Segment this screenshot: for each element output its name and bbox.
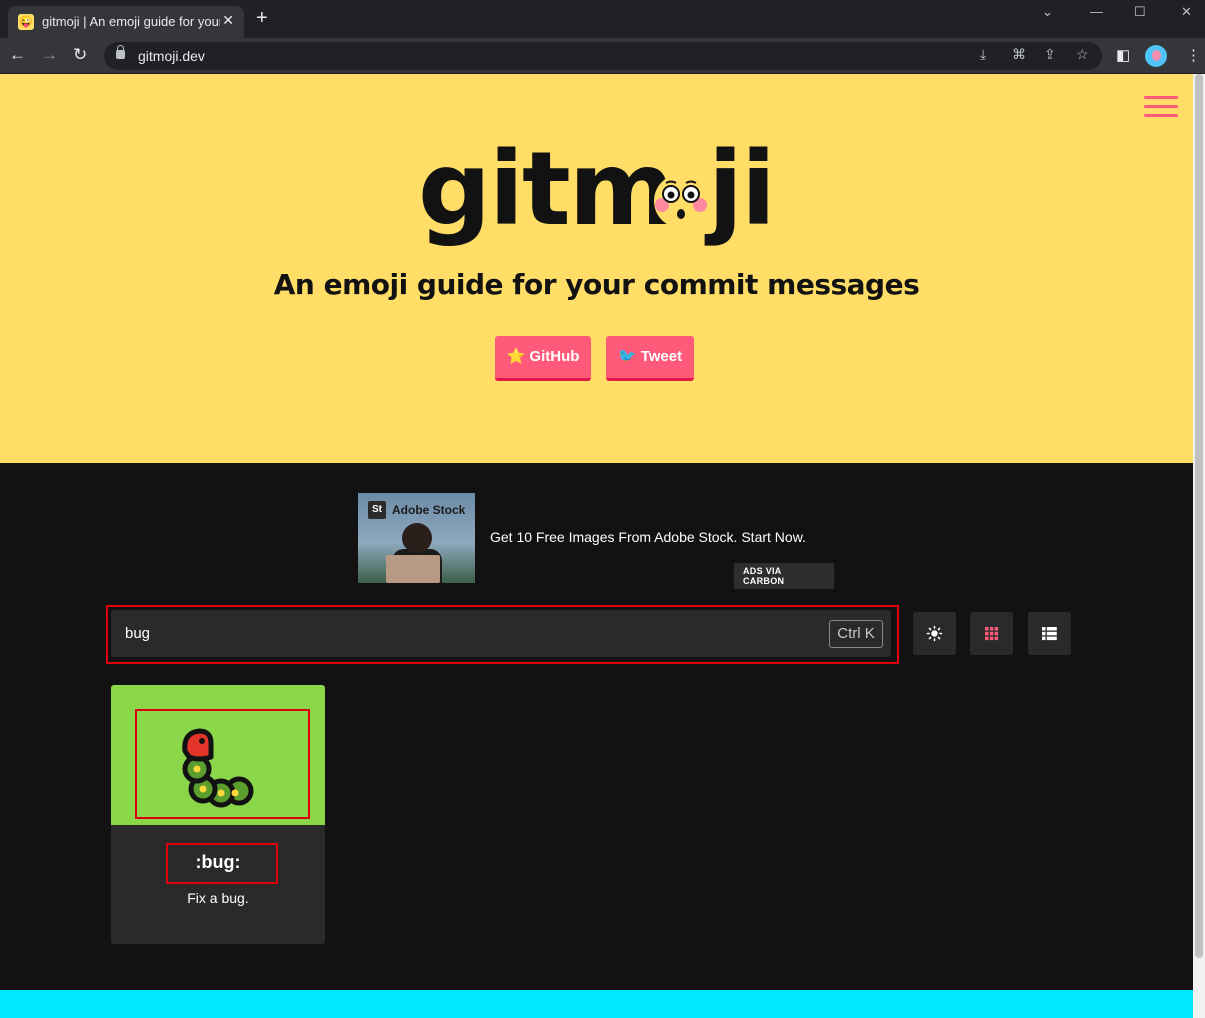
- ad-image[interactable]: St Adobe Stock: [358, 493, 475, 583]
- grid-icon: [985, 627, 999, 641]
- share-icon[interactable]: ⇪: [1044, 46, 1056, 63]
- sun-icon: [926, 625, 943, 642]
- grid-view-button[interactable]: [970, 612, 1013, 655]
- keyboard-shortcut-hint: Ctrl K: [829, 620, 883, 648]
- close-window-button[interactable]: ✕: [1181, 4, 1192, 20]
- gitmoji-logo: gitm ji: [418, 130, 778, 250]
- install-app-icon[interactable]: ⤓: [980, 46, 986, 63]
- browser-tab[interactable]: 😜 gitmoji | An emoji guide for your comm…: [8, 6, 244, 38]
- browser-toolbar: ← → ↻ gitmoji.dev ⤓ ⌘ ⇪ ☆ ◧ ⋮: [0, 38, 1205, 74]
- adobe-stock-badge: St: [368, 501, 386, 519]
- search-input[interactable]: bug Ctrl K: [111, 610, 891, 657]
- search-value: bug: [125, 625, 151, 642]
- logo-text-right: ji: [708, 130, 776, 249]
- ad-text-link[interactable]: Get 10 Free Images From Adobe Stock. Sta…: [490, 529, 806, 545]
- scrollbar-thumb[interactable]: [1195, 74, 1203, 958]
- new-tab-button[interactable]: +: [256, 8, 268, 28]
- back-arrow-icon[interactable]: ←: [9, 45, 26, 65]
- carbon-ad[interactable]: St Adobe Stock Get 10 Free Images From A…: [358, 493, 834, 589]
- minimize-window-button[interactable]: —: [1090, 4, 1103, 19]
- tab-title: gitmoji | An emoji guide for your commit…: [42, 14, 220, 29]
- gitmoji-favicon-icon: 😜: [18, 14, 34, 30]
- page-viewport: gitm ji An emoji guide for your commit m…: [0, 74, 1193, 1018]
- emoji-highlight-box: [135, 709, 310, 819]
- hamburger-menu-icon[interactable]: [1144, 96, 1178, 120]
- list-view-button[interactable]: [1028, 612, 1071, 655]
- ads-via-carbon-link[interactable]: ADS VIA CARBON: [734, 563, 834, 589]
- card-description: Fix a bug.: [187, 890, 249, 906]
- forward-arrow-icon[interactable]: →: [41, 45, 58, 65]
- side-panel-icon[interactable]: ◧: [1116, 46, 1130, 64]
- main-section: St Adobe Stock Get 10 Free Images From A…: [0, 463, 1193, 990]
- lock-icon: [116, 45, 125, 59]
- browser-tabbar: 😜 gitmoji | An emoji guide for your comm…: [0, 0, 1205, 38]
- github-button[interactable]: ⭐ GitHub: [495, 336, 591, 381]
- profile-avatar[interactable]: [1145, 45, 1167, 67]
- ad-brand: Adobe Stock: [392, 503, 466, 517]
- list-icon: [1042, 627, 1057, 641]
- gitmoji-card[interactable]: :bug: Fix a bug.: [111, 685, 325, 944]
- logo-emoji-face-icon: [654, 174, 708, 228]
- tab-search-icon[interactable]: ⌄: [1042, 4, 1053, 20]
- tab-close-icon[interactable]: ✕: [222, 12, 234, 29]
- page-scrollbar[interactable]: [1193, 74, 1205, 1018]
- logo-text-left: gitm: [418, 130, 675, 249]
- card-emoji-code[interactable]: :bug:: [111, 852, 325, 873]
- maximize-window-button[interactable]: ☐: [1134, 4, 1146, 20]
- bookmark-star-icon[interactable]: ☆: [1076, 46, 1089, 63]
- address-bar[interactable]: gitmoji.dev ⤓ ⌘ ⇪ ☆: [104, 42, 1102, 70]
- theme-toggle-button[interactable]: [913, 612, 956, 655]
- reload-icon[interactable]: ↻: [73, 45, 87, 65]
- card-emoji-area[interactable]: [111, 685, 325, 825]
- translate-icon[interactable]: ⌘: [1012, 46, 1026, 63]
- footer-band: [0, 990, 1193, 1018]
- browser-menu-icon[interactable]: ⋮: [1186, 46, 1201, 64]
- tagline: An emoji guide for your commit messages: [273, 268, 920, 301]
- hero-section: gitm ji An emoji guide for your commit m…: [0, 74, 1193, 463]
- url-text: gitmoji.dev: [138, 48, 205, 64]
- tweet-button[interactable]: 🐦 Tweet: [606, 336, 694, 381]
